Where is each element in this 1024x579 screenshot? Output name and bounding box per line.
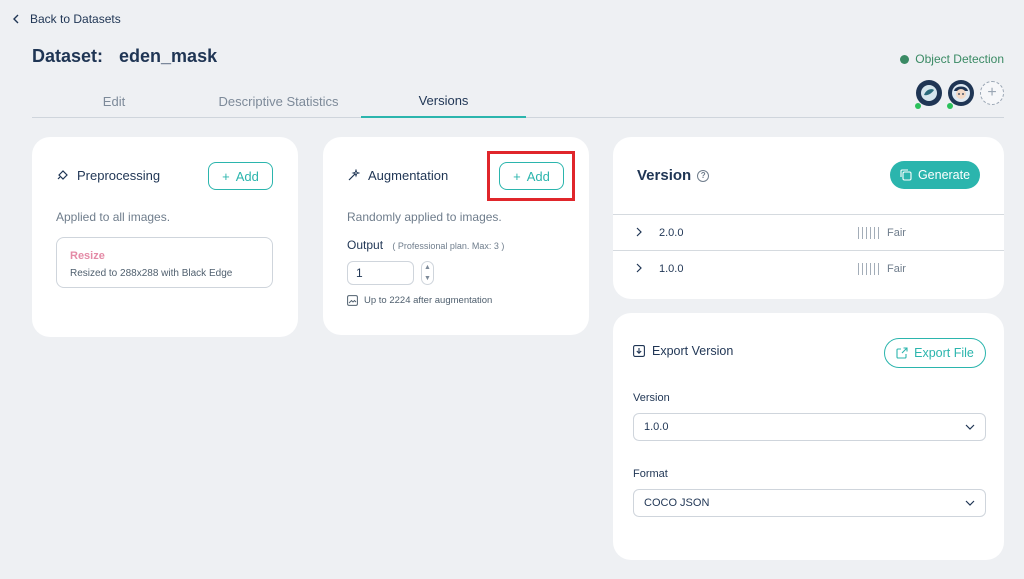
step-name: Resize [70,250,105,262]
version-select-value: 1.0.0 [644,421,669,433]
version-quality: Fair [887,263,906,275]
export-file-button[interactable]: Export File [884,338,986,368]
avatar[interactable] [915,80,942,109]
paint-bucket-icon [57,170,68,180]
chevron-down-icon [965,424,975,430]
augmentation-description: Randomly applied to images. [347,210,502,224]
export-file-label: Export File [914,346,974,360]
augmentation-title: Augmentation [368,168,449,183]
chevron-left-icon [13,14,19,24]
tab-descriptive-statistics[interactable]: Descriptive Statistics [196,84,361,118]
preprocessing-title: Preprocessing [77,168,161,183]
format-select-value: COCO JSON [644,497,710,509]
chevron-down-icon[interactable]: ▼ [424,275,431,283]
image-icon [347,295,358,306]
back-label: Back to Datasets [30,12,121,26]
version-number: 1.0.0 [659,263,684,275]
preprocessing-card: Preprocessing + Add Applied to all image… [32,137,298,337]
quality-bars-icon [858,227,879,239]
output-plan-note: ( Professional plan. Max: 3 ) [392,241,505,251]
help-icon[interactable]: ? [697,169,710,182]
highlight-box [487,151,575,201]
tab-edit[interactable]: Edit [32,84,196,118]
export-header: Export Version [633,344,733,358]
page-title: Dataset: eden_mask [32,46,217,68]
augmentation-count-note: Up to 2224 after augmentation [347,295,492,306]
output-label: Output ( Professional plan. Max: 3 ) [347,238,504,252]
chevron-right-icon [636,263,642,273]
tab-bar: Edit Descriptive Statistics Versions [32,84,1004,118]
status-dot-icon [900,54,910,64]
output-title: Output [347,238,384,252]
online-indicator-icon [947,103,953,109]
augmentation-count-text: Up to 2224 after augmentation [364,295,493,306]
project-type-badge: Object Detection [900,52,1004,66]
person-avatar-icon [952,84,970,102]
copy-plus-icon [900,169,912,181]
format-field-label: Format [633,468,668,480]
external-link-icon [896,347,908,359]
add-preprocessing-button[interactable]: + Add [208,162,273,190]
version-select[interactable]: 1.0.0 [633,413,986,441]
magic-wand-icon [348,169,360,181]
dataset-prefix: Dataset: [32,46,104,66]
chevron-down-icon [965,500,975,506]
preprocessing-step-resize[interactable]: Resize Resized to 288x288 with Black Edg… [56,237,273,288]
project-type-label: Object Detection [915,52,1004,66]
version-quality: Fair [887,227,906,239]
collaborator-avatars: + [915,80,1004,109]
versions-header: Version ? [637,167,710,184]
augmentation-header: Augmentation [347,168,448,183]
preprocessing-description: Applied to all images. [56,210,171,224]
step-detail: Resized to 288x288 with Black Edge [70,268,233,279]
back-to-datasets-link[interactable]: Back to Datasets [10,11,121,27]
leaf-avatar-icon [921,85,937,101]
plus-icon: + [222,168,230,184]
output-count-input[interactable]: 1 [347,261,414,285]
versions-title: Version [637,167,692,184]
generate-label: Generate [917,168,971,182]
preprocessing-header: Preprocessing [56,168,160,183]
export-card: Export Version Export File Version 1.0.0… [613,313,1004,560]
format-select[interactable]: COCO JSON [633,489,986,517]
version-field-label: Version [633,392,670,404]
tab-versions[interactable]: Versions [361,84,526,118]
download-box-icon [633,345,645,357]
add-collaborator-button[interactable]: + [980,81,1004,105]
dataset-name: eden_mask [119,46,218,66]
version-number: 2.0.0 [659,227,684,239]
version-row[interactable]: 2.0.0 Fair [613,214,1004,250]
chevron-up-icon[interactable]: ▲ [424,264,431,272]
quality-bars-icon [858,263,879,275]
plus-icon: + [987,84,997,101]
avatar[interactable] [947,80,974,109]
chevron-right-icon [636,227,642,237]
generate-button[interactable]: Generate [890,161,980,189]
export-title: Export Version [652,344,734,358]
version-row[interactable]: 1.0.0 Fair [613,250,1004,286]
versions-card: Version ? Generate 2.0.0 Fair 1.0.0 Fair [613,137,1004,299]
output-count-stepper[interactable]: ▲ ▼ [421,261,434,285]
add-label: Add [235,168,259,184]
online-indicator-icon [915,103,921,109]
